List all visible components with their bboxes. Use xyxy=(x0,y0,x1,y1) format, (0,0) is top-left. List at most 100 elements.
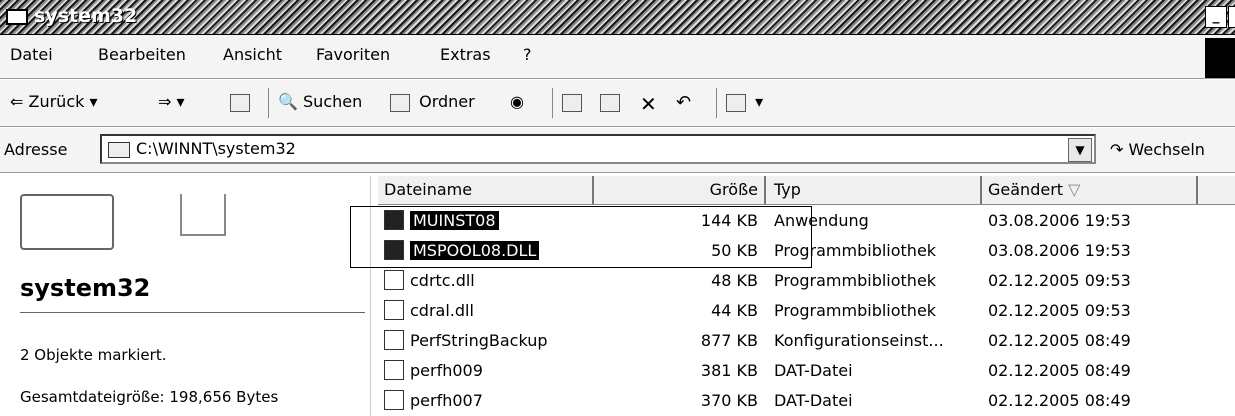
file-type: Programmbibliothek xyxy=(774,241,937,260)
back-arrow-icon: ⇐ xyxy=(10,92,24,111)
copy-to-button[interactable] xyxy=(600,92,624,112)
file-modified: 03.08.2006 19:53 xyxy=(988,211,1131,230)
file-size: 48 KB xyxy=(711,271,758,290)
column-header-type[interactable]: Typ xyxy=(774,180,801,199)
sort-descending-icon: ▽ xyxy=(1068,180,1081,199)
folder-icon xyxy=(108,142,130,158)
menu-bar: Datei Bearbeiten Ansicht Favoriten Extra… xyxy=(0,35,1235,79)
file-name: MSPOOL08.DLL xyxy=(410,241,540,260)
menu-help[interactable]: ? xyxy=(523,45,532,64)
address-label: Adresse xyxy=(4,140,68,159)
folders-button[interactable]: Ordner xyxy=(390,92,475,112)
file-modified: 03.08.2006 19:53 xyxy=(988,241,1131,260)
separator xyxy=(268,88,269,118)
file-type: Konfigurationseinst... xyxy=(774,331,944,350)
file-modified: 02.12.2005 08:49 xyxy=(988,361,1131,380)
go-button[interactable]: ↷ Wechseln xyxy=(1110,140,1205,159)
file-row[interactable]: perfh007 370 KB DAT-Datei 02.12.2005 08:49 xyxy=(378,386,1235,416)
file-size: 44 KB xyxy=(711,301,758,320)
menu-bearbeiten[interactable]: Bearbeiten xyxy=(98,45,186,64)
column-separator[interactable] xyxy=(592,176,594,204)
views-button[interactable]: ▾ xyxy=(726,92,763,112)
toolbar: ⇐ Zurück ▾ ⇒ ▾ 🔍 Suchen Ordner ◉ ✕ ↶ ▾ xyxy=(0,80,1235,127)
chevron-down-icon: ▾ xyxy=(89,92,98,111)
back-button[interactable]: ⇐ Zurück ▾ xyxy=(10,92,98,111)
file-size: 381 KB xyxy=(700,361,758,380)
file-modified: 02.12.2005 08:49 xyxy=(988,331,1131,350)
forward-button[interactable]: ⇒ ▾ xyxy=(158,92,185,111)
column-header-name[interactable]: Dateiname xyxy=(384,180,472,199)
file-size: 50 KB xyxy=(711,241,758,260)
column-separator[interactable] xyxy=(764,176,766,204)
delete-icon: ✕ xyxy=(640,92,657,116)
file-row[interactable]: PerfStringBackup 877 KB Konfigurationseins… xyxy=(378,326,1235,356)
dll-icon xyxy=(384,240,404,260)
menu-datei[interactable]: Datei xyxy=(10,45,53,64)
address-input[interactable]: C:\WINNT\system32 ▼ xyxy=(100,134,1096,164)
file-size: 144 KB xyxy=(700,211,758,230)
file-row[interactable]: perfh009 381 KB DAT-Datei 02.12.2005 08:49 xyxy=(378,356,1235,386)
history-button[interactable]: ◉ xyxy=(510,92,524,111)
file-type: Programmbibliothek xyxy=(774,301,937,320)
menu-favoriten[interactable]: Favoriten xyxy=(316,45,390,64)
web-view-pane: system32 2 Objekte markiert. Gesamtdatei… xyxy=(0,176,371,416)
file-name: PerfStringBackup xyxy=(410,331,548,350)
dll-icon xyxy=(384,300,404,320)
file-type: DAT-Datei xyxy=(774,361,853,380)
file-row[interactable]: cdrtc.dll 48 KB Programmbibliothek 02.12.20… xyxy=(378,266,1235,296)
total-size-info: Gesamtdateigröße: 198,656 Bytes xyxy=(20,388,279,406)
app-icon xyxy=(384,210,404,230)
chevron-down-icon: ▾ xyxy=(176,92,185,111)
chevron-down-icon: ▾ xyxy=(755,92,764,111)
column-header-modified[interactable]: Geändert ▽ xyxy=(988,180,1080,199)
column-separator[interactable] xyxy=(980,176,982,204)
menu-extras[interactable]: Extras xyxy=(440,45,491,64)
search-button[interactable]: 🔍 Suchen xyxy=(278,92,362,111)
maximize-button[interactable] xyxy=(1228,6,1235,28)
file-modified: 02.12.2005 09:53 xyxy=(988,301,1131,320)
column-separator[interactable] xyxy=(1196,176,1198,204)
windows-logo-area xyxy=(1205,38,1235,78)
file-name: perfh009 xyxy=(410,361,483,380)
folder-title: system32 xyxy=(20,274,151,302)
dll-icon xyxy=(384,270,404,290)
config-icon xyxy=(384,330,404,350)
move-to-button[interactable] xyxy=(562,92,586,112)
file-type: Anwendung xyxy=(774,211,869,230)
file-type: DAT-Datei xyxy=(774,391,853,410)
file-name: cdral.dll xyxy=(410,301,474,320)
file-size: 877 KB xyxy=(700,331,758,350)
views-icon xyxy=(726,93,746,112)
go-label: Wechseln xyxy=(1128,140,1205,159)
file-name: cdrtc.dll xyxy=(410,271,475,290)
window-title: system32 xyxy=(34,5,138,27)
selection-info: 2 Objekte markiert. xyxy=(20,346,167,364)
menu-ansicht[interactable]: Ansicht xyxy=(223,45,282,64)
folder-icon xyxy=(6,9,28,25)
file-modified: 02.12.2005 09:53 xyxy=(988,271,1131,290)
back-label: Zurück xyxy=(28,92,85,111)
delete-button[interactable]: ✕ xyxy=(640,92,657,116)
undo-icon: ↶ xyxy=(676,92,692,113)
copy-to-icon xyxy=(600,93,620,112)
up-folder-icon xyxy=(230,93,250,112)
address-dropdown-button[interactable]: ▼ xyxy=(1068,138,1092,162)
file-row[interactable]: MUINST08 144 KB Anwendung 03.08.2006 19:53 xyxy=(378,206,1235,236)
file-list-header: Dateiname Größe Typ Geändert ▽ xyxy=(378,176,1235,205)
dat-icon xyxy=(384,390,404,410)
minimize-button[interactable]: _ xyxy=(1205,6,1227,28)
dat-icon xyxy=(384,360,404,380)
large-folder-icon xyxy=(20,194,114,250)
file-row[interactable]: MSPOOL08.DLL 50 KB Programmbibliothek 03.08… xyxy=(378,236,1235,266)
address-bar: Adresse C:\WINNT\system32 ▼ ↷ Wechseln xyxy=(0,128,1235,173)
file-modified: 02.12.2005 08:49 xyxy=(988,391,1131,410)
up-folder-button[interactable] xyxy=(230,92,254,112)
file-row[interactable]: cdral.dll 44 KB Programmbibliothek 02.12.20… xyxy=(378,296,1235,326)
file-name: perfh007 xyxy=(410,391,483,410)
undo-button[interactable]: ↶ xyxy=(676,92,691,113)
file-size: 370 KB xyxy=(700,391,758,410)
folders-icon xyxy=(390,93,410,112)
column-header-size[interactable]: Größe xyxy=(598,180,758,199)
title-bar[interactable]: system32 _ xyxy=(0,0,1235,35)
folders-label: Ordner xyxy=(419,92,475,111)
